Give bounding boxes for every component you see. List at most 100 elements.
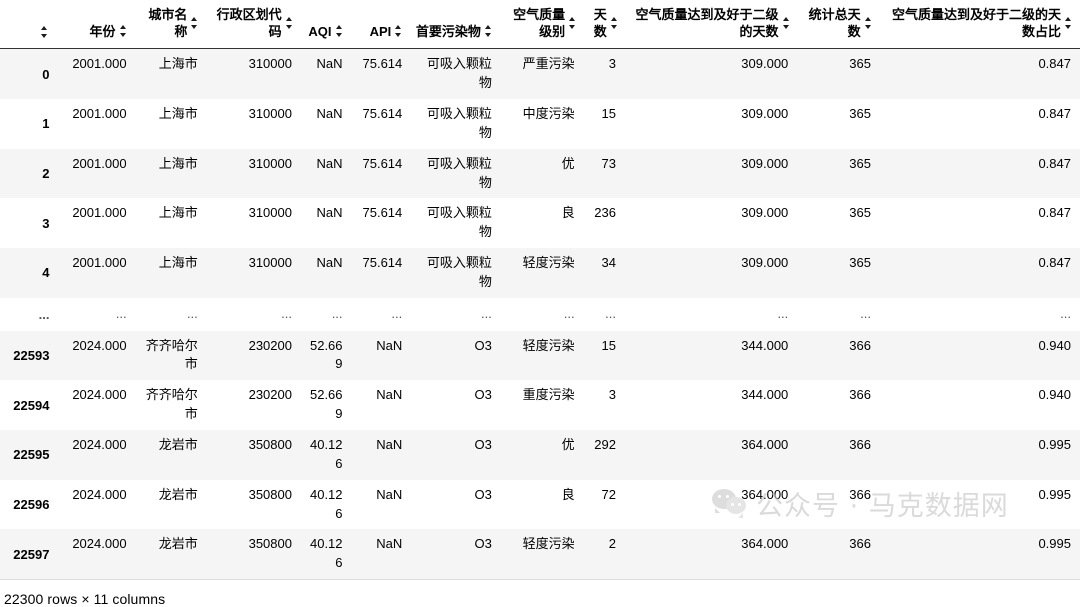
cell-total: ... [797,297,880,331]
column-header-total-label: 统计总天数 [808,7,861,40]
table-row: 4 2001.000 上海市 310000 NaN 75.614 可吸入颗粒物 轻度污染 34 3… [0,248,1080,298]
cell-year: 2024.000 [57,429,136,480]
cell-ratio: 0.847 [880,48,1080,99]
cell-ratio: ... [880,297,1080,331]
cell-city: 上海市 [135,148,207,199]
cell-city: 龙岩市 [135,429,207,480]
row-index-cell: 1 [0,99,58,149]
column-header-api[interactable]: API [351,0,412,50]
column-header-year[interactable]: 年份 [57,0,136,50]
column-header-ratio-label: 空气质量达到及好于二级的天数占比 [892,7,1062,40]
cell-level: 优 [500,429,584,480]
column-header-index[interactable] [0,0,58,50]
cell-poll: 可吸入颗粒物 [411,198,501,249]
cell-aqi: NaN [300,148,352,199]
table-row: 22593 2024.000 齐齐哈尔市 230200 52.669 NaN O3 轻度污染 1… [0,330,1080,381]
row-index-cell: 3 [0,198,58,249]
sort-arrows-icon[interactable] [610,16,617,30]
cell-good: ... [624,297,798,331]
column-header-aqi[interactable]: AQI [300,0,352,50]
cell-total: 366 [797,429,880,480]
cell-total: 365 [797,148,880,199]
cell-good: 364.000 [624,529,798,581]
cell-aqi: 52.669 [300,380,352,430]
cell-code: 310000 [206,148,301,199]
cell-year: 2024.000 [57,529,136,581]
sort-arrows-icon[interactable] [569,16,576,30]
cell-city: ... [135,297,207,331]
table-row-ellipsis: .................................... [0,297,1080,331]
cell-city: 齐齐哈尔市 [135,380,207,430]
cell-api: 75.614 [351,248,412,298]
cell-poll: 可吸入颗粒物 [411,99,501,149]
row-index-cell: 22596 [0,479,58,530]
cell-days: 73 [583,148,625,199]
header-row: 年份 城市名称 行政区划代码 AQI API 首要污染物 空气质量级别 天数 空气质量达到及好于… [0,0,1080,50]
sort-arrows-icon[interactable] [782,16,789,30]
sort-arrows-icon[interactable] [484,24,492,38]
sort-arrows-icon[interactable] [285,16,292,30]
cell-level: 轻度污染 [500,529,584,581]
column-header-code[interactable]: 行政区划代码 [206,0,301,50]
cell-code: ... [206,297,301,331]
column-header-good[interactable]: 空气质量达到及好于二级的天数 [624,0,798,50]
cell-city: 上海市 [135,198,207,249]
sort-arrows-icon[interactable] [191,16,198,30]
sort-arrows-icon[interactable] [864,16,871,30]
column-header-city[interactable]: 城市名称 [135,0,207,50]
cell-level: 优 [500,148,584,199]
cell-city: 上海市 [135,48,207,99]
cell-api: NaN [351,529,412,581]
cell-total: 365 [797,99,880,149]
cell-level: ... [500,297,584,331]
column-header-days[interactable]: 天数 [583,0,625,50]
column-header-ratio[interactable]: 空气质量达到及好于二级的天数占比 [880,0,1080,50]
row-index-cell: 22597 [0,529,58,581]
column-header-level[interactable]: 空气质量级别 [500,0,584,50]
cell-aqi: 40.126 [300,429,352,480]
column-header-code-label: 行政区划代码 [216,7,282,40]
cell-city: 龙岩市 [135,479,207,530]
cell-total: 365 [797,48,880,99]
table-body: 0 2001.000 上海市 310000 NaN 75.614 可吸入颗粒物 严重污染 3 30… [0,48,1080,581]
cell-aqi: ... [300,297,352,331]
cell-poll: ... [411,297,501,331]
sort-arrows-icon[interactable] [395,24,402,38]
table-row: 2 2001.000 上海市 310000 NaN 75.614 可吸入颗粒物优 73 309.… [0,148,1080,199]
cell-ratio: 0.940 [880,330,1080,381]
cell-aqi: 40.126 [300,529,352,581]
cell-city: 龙岩市 [135,529,207,581]
cell-poll: O3 [411,479,501,530]
cell-poll: O3 [411,529,501,581]
cell-good: 309.000 [624,148,798,199]
cell-code: 230200 [206,330,301,381]
sort-arrows-icon[interactable] [1065,16,1072,30]
cell-aqi: NaN [300,198,352,249]
table-row: 22594 2024.000 齐齐哈尔市 230200 52.669 NaN O3 重度污染 3… [0,380,1080,430]
cell-ratio: 0.995 [880,429,1080,480]
cell-api: NaN [351,479,412,530]
cell-code: 350800 [206,429,301,480]
cell-days: 15 [583,330,625,381]
table-row: 1 2001.000 上海市 310000 NaN 75.614 可吸入颗粒物 中度污染 15 3… [0,99,1080,149]
cell-year: 2001.000 [57,198,136,249]
row-index-cell: 0 [0,48,58,99]
cell-year: 2024.000 [57,380,136,430]
cell-year: 2001.000 [57,99,136,149]
dataframe-shape-label: 22300 rows × 11 columns [4,591,166,607]
sort-arrows-icon[interactable] [119,24,127,38]
column-header-good-label: 空气质量达到及好于二级的天数 [635,7,779,40]
sort-arrows-icon[interactable] [41,25,48,39]
cell-ratio: 0.995 [880,479,1080,530]
cell-level: 良 [500,479,584,530]
sort-arrows-icon[interactable] [335,24,343,38]
cell-api: NaN [351,429,412,480]
column-header-total[interactable]: 统计总天数 [797,0,880,50]
table-header: 年份 城市名称 行政区划代码 AQI API 首要污染物 空气质量级别 天数 空气质量达到及好于… [0,0,1080,50]
cell-level: 中度污染 [500,99,584,149]
cell-days: 3 [583,380,625,430]
column-header-poll[interactable]: 首要污染物 [411,0,501,50]
column-header-level-label: 空气质量级别 [513,7,566,40]
cell-total: 366 [797,330,880,381]
cell-api: 75.614 [351,148,412,199]
